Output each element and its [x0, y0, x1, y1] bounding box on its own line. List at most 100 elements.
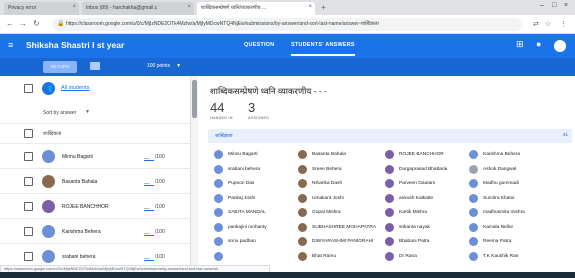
student-answer-chip[interactable]: Basanta Bahala — [298, 149, 380, 161]
grade-field[interactable]: __/100 — [144, 154, 165, 161]
answer-group-header[interactable]: शाब्दिकता 41 — [208, 129, 572, 143]
student-answer-chip[interactable]: Durgaprasad Bhattarai — [385, 164, 467, 176]
tab-students-answers[interactable]: STUDENTS' ANSWERS — [291, 42, 355, 56]
student-answer-chip[interactable]: srikanta nayak — [385, 222, 467, 234]
student-row[interactable]: ROJEE BANCHHOR __/100 — [0, 194, 190, 219]
browser-tab-classroom[interactable]: शाब्दिकसम्प्रेषणे ध्वनि/व्याकरणीय ... × — [197, 2, 315, 15]
student-answer-chip[interactable]: Umakant Joshi — [298, 193, 380, 205]
menu-icon[interactable]: ⋮ — [560, 20, 567, 28]
student-answer-chip[interactable]: ankush Kalkatte — [385, 193, 467, 205]
account-avatar[interactable] — [554, 40, 566, 52]
close-icon[interactable]: × — [187, 4, 191, 10]
apps-grid-icon[interactable]: ⊞ — [516, 39, 524, 50]
student-answer-chip[interactable]: Pankaj Joshi — [214, 193, 296, 205]
scrollbar[interactable] — [191, 76, 198, 266]
email-icon[interactable] — [90, 62, 100, 70]
student-answer-chip[interactable]: Niharika Dash — [298, 178, 380, 190]
avatar — [298, 193, 307, 203]
sort-dropdown[interactable]: Sort by answer ▼ — [0, 100, 190, 124]
assigned-stat[interactable]: 3 ASSIGNED — [248, 101, 269, 120]
student-answer-chip[interactable]: pankajini mohanty — [214, 222, 296, 234]
student-answer-chip[interactable]: SABITA MANDAL — [214, 207, 296, 219]
maximize-icon[interactable]: □ — [552, 2, 556, 9]
window-close-icon[interactable]: × — [564, 2, 568, 9]
student-answer-chip[interactable]: sonu padhan — [214, 236, 296, 248]
url-input[interactable]: 🔒 https://classroom.google.com/u/0/c/MjI… — [52, 18, 522, 31]
student-answer-chip[interactable]: Pupoon Das — [214, 178, 296, 190]
grade-field[interactable]: __/100 — [144, 229, 165, 236]
student-answer-chip[interactable]: Dr Rana — [385, 251, 467, 263]
browser-tab-inbox[interactable]: Inbox (89) - harchakha@gmail.c × — [82, 2, 194, 15]
address-bar-row: ← → ↻ 🔒 https://classroom.google.com/u/0… — [0, 15, 575, 34]
student-answer-chip[interactable]: Kartik Mishra — [385, 207, 467, 219]
tab-label: Inbox (89) - harchakha@gmail.c — [86, 5, 158, 11]
student-checkbox[interactable] — [24, 152, 33, 161]
scrollbar-thumb[interactable] — [192, 80, 197, 118]
tab-question[interactable]: QUESTION — [244, 42, 274, 48]
student-row[interactable]: Minnu Bagarti __/100 — [0, 144, 190, 169]
student-answer-chip[interactable]: Gopal Mishra — [298, 207, 380, 219]
student-answer-chip[interactable]: DIWYARASHMI PANIGRAHI — [298, 236, 380, 248]
student-name: Umakant Joshi — [312, 195, 344, 201]
student-answer-chip[interactable]: srabani behera — [214, 164, 296, 176]
student-answer-chip[interactable]: Reema Patra — [469, 236, 551, 248]
close-icon[interactable]: × — [72, 4, 76, 10]
student-checkbox[interactable] — [24, 202, 33, 211]
star-icon[interactable]: ☆ — [545, 20, 551, 28]
student-checkbox[interactable] — [24, 252, 33, 261]
all-students-row[interactable]: 👥 All students — [0, 76, 190, 100]
student-answer-chip[interactable]: ROJEE BANCHHOR — [385, 149, 467, 161]
avatar — [214, 193, 223, 203]
answer-group-row[interactable]: शाब्दिकता — [0, 124, 190, 144]
grade-blank: __ — [144, 229, 154, 236]
points-dropdown[interactable]: 100 points ▼ — [147, 63, 181, 69]
back-icon[interactable]: ← — [6, 19, 14, 28]
grade-field[interactable]: __/100 — [144, 179, 165, 186]
student-answer-chip[interactable]: SUBHASHREE MOHAPATRA — [298, 222, 380, 234]
student-name: Kartik Mishra — [399, 210, 427, 215]
close-icon[interactable]: × — [308, 4, 312, 10]
student-answer-chip[interactable]: Bhat Ramu — [298, 251, 380, 263]
student-answer-chip[interactable]: Parveen Gautam — [385, 178, 467, 190]
avatar — [42, 225, 55, 238]
student-checkbox[interactable] — [24, 177, 33, 186]
grade-field[interactable]: __/100 — [144, 204, 165, 211]
main-menu-icon[interactable]: ≡ — [8, 40, 13, 50]
student-checkbox[interactable] — [24, 227, 33, 236]
return-button[interactable]: RETURN — [43, 61, 77, 73]
people-icon: 👥 — [42, 82, 55, 95]
student-answer-chip[interactable]: Kamala Nellur — [469, 222, 551, 234]
class-title[interactable]: Shiksha Shastri I st year — [26, 40, 124, 50]
student-answer-chip[interactable] — [214, 251, 296, 263]
student-row[interactable]: Basanta Bahala __/100 — [0, 169, 190, 194]
student-row[interactable]: Karishma Behera __/100 — [0, 219, 190, 244]
student-answer-chip[interactable]: Madhu gummadi — [469, 178, 551, 190]
forward-icon[interactable]: → — [19, 19, 27, 28]
minimize-icon[interactable]: – — [540, 2, 544, 9]
student-answer-chip[interactable]: Ashok Dangwal — [469, 164, 551, 176]
avatar — [298, 208, 307, 217]
student-name: Sumitra Khatoi — [483, 195, 515, 201]
grade-field[interactable]: __/100 — [144, 254, 165, 261]
student-answer-chip[interactable]: madhusmita mishra — [469, 207, 551, 219]
group-checkbox[interactable] — [24, 129, 33, 138]
browser-tab-privacy-error[interactable]: Privacy error × — [4, 2, 79, 15]
student-name: Minnu Bagarti — [228, 152, 258, 157]
student-row[interactable]: srabani behera __/100 — [0, 244, 190, 266]
student-answer-chip[interactable]: Karishma Behera — [469, 149, 551, 161]
handed-in-stat[interactable]: 44 HANDED IN — [210, 101, 233, 120]
settings-icon[interactable]: ● — [536, 39, 541, 49]
student-answer-chip[interactable]: Sumitra Khatoi — [469, 193, 551, 205]
reload-icon[interactable]: ↻ — [33, 19, 40, 28]
student-name: madhusmita mishra — [483, 210, 525, 215]
student-name: pankajini mohanty — [228, 224, 267, 230]
student-answer-chip[interactable]: Bhabani Patra — [385, 236, 467, 248]
student-answer-chip[interactable]: Minnu Bagarti — [214, 149, 296, 161]
student-answer-chip[interactable]: T.K Kaushik Ran — [469, 251, 551, 263]
new-tab-button[interactable]: + — [318, 3, 329, 13]
answers-panel: शाब्दिकसम्प्रेषणे ध्वनि व्याकरणीय - - - … — [198, 76, 575, 266]
select-all-checkbox[interactable] — [24, 84, 33, 93]
all-students-link[interactable]: All students — [61, 85, 89, 91]
translate-icon[interactable]: ⇄ — [533, 20, 539, 28]
student-answer-chip[interactable]: Sreee Behera — [298, 164, 380, 176]
